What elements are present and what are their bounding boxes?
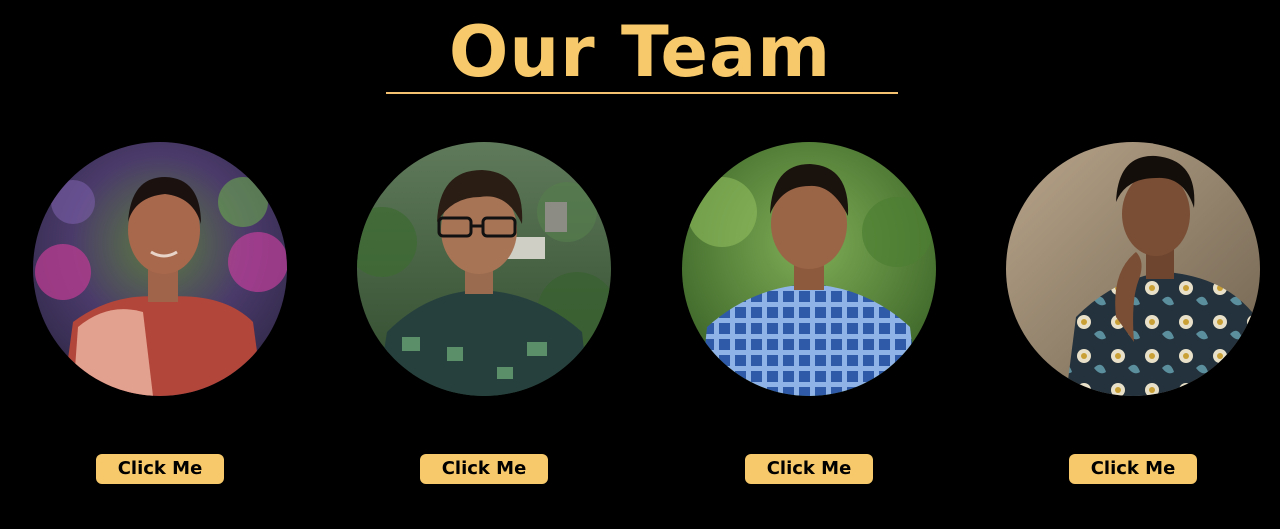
click-me-button[interactable]: Click Me [420,454,548,484]
member-photo [33,142,287,396]
member-photo [682,142,936,396]
member-photo [357,142,611,396]
click-me-button[interactable]: Click Me [96,454,224,484]
team-member-card: Click Me [357,142,611,492]
team-member-card: Click Me [1006,142,1260,492]
team-member-card: Click Me [682,142,936,492]
page-title: Our Team [448,11,832,93]
click-me-button[interactable]: Click Me [1069,454,1197,484]
member-photo [1006,142,1260,396]
click-me-button[interactable]: Click Me [745,454,873,484]
title-underline [386,92,898,94]
team-member-card: Click Me [33,142,287,492]
